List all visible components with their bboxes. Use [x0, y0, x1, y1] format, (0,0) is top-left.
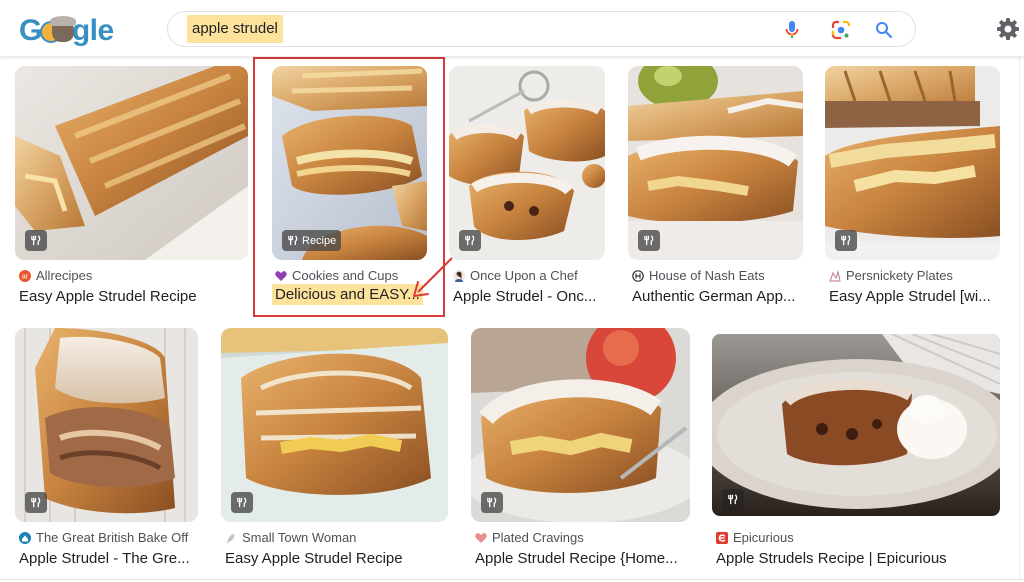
- recipe-badge: [25, 230, 47, 251]
- svg-text:ar: ar: [22, 273, 29, 280]
- recipe-badge: [481, 492, 503, 513]
- logo-letters-rest: gle: [71, 14, 114, 47]
- search-icon[interactable]: [873, 19, 895, 41]
- result-thumbnail[interactable]: [221, 328, 448, 522]
- search-query-text: apple strudel: [187, 15, 283, 43]
- fork-knife-icon: [487, 497, 497, 508]
- result-title[interactable]: Apple Strudel Recipe {Home...: [475, 550, 678, 567]
- result-title[interactable]: Easy Apple Strudel [wi...: [829, 288, 991, 305]
- result-title[interactable]: Apple Strudels Recipe | Epicurious: [716, 550, 947, 567]
- annotation-arrow-icon: [413, 257, 453, 297]
- fork-knife-icon: [288, 235, 298, 246]
- logo-letter-g: G: [19, 14, 42, 47]
- result-thumbnail[interactable]: Recipe: [272, 66, 427, 260]
- result-source: Cookies and Cups: [292, 268, 399, 283]
- persnickety-icon: [829, 269, 841, 282]
- fork-knife-icon: [841, 235, 851, 246]
- fork-knife-icon: [465, 235, 475, 246]
- recipe-badge: Recipe: [282, 230, 342, 251]
- search-input[interactable]: apple strudel: [167, 11, 916, 47]
- scroll-edge: [1019, 56, 1020, 580]
- google-lens-icon[interactable]: [830, 19, 852, 41]
- highlighted-title: Delicious and EASY...: [272, 284, 423, 305]
- result-thumbnail[interactable]: [628, 66, 803, 260]
- recipe-badge: [835, 230, 857, 251]
- result-source: Once Upon a Chef: [470, 268, 578, 283]
- fork-knife-icon: [31, 235, 41, 246]
- bottom-divider: [0, 579, 1024, 580]
- recipe-badge-label: Recipe: [302, 234, 337, 247]
- house-of-nash-icon: [632, 269, 644, 282]
- result-thumbnail[interactable]: [449, 66, 605, 260]
- result-thumbnail[interactable]: [15, 328, 198, 522]
- result-title[interactable]: Apple Strudel - Onc...: [453, 288, 596, 305]
- fork-knife-icon: [644, 235, 654, 246]
- recipe-badge: [722, 489, 744, 510]
- result-thumbnail[interactable]: [825, 66, 1000, 260]
- header: G gle apple strudel: [0, 0, 1024, 56]
- doodle-icon: [39, 16, 76, 45]
- result-thumbnail[interactable]: [15, 66, 248, 260]
- result-title[interactable]: Apple Strudel - The Gre...: [19, 550, 190, 567]
- small-town-woman-icon: [226, 533, 235, 543]
- epicurious-icon: [716, 531, 728, 544]
- recipe-badge: [25, 492, 47, 513]
- gbbo-icon: [19, 531, 31, 544]
- settings-gear-icon[interactable]: [994, 15, 1022, 43]
- result-source: Epicurious: [733, 530, 794, 545]
- fork-knife-icon: [728, 494, 738, 505]
- result-source: House of Nash Eats: [649, 268, 765, 283]
- result-source: The Great British Bake Off: [36, 530, 189, 545]
- result-thumbnail[interactable]: [712, 334, 1000, 516]
- fork-knife-icon: [237, 497, 247, 508]
- result-title[interactable]: Delicious and EASY...: [272, 284, 423, 305]
- result-source: Persnickety Plates: [846, 268, 953, 283]
- microphone-icon[interactable]: [781, 19, 803, 41]
- result-title[interactable]: Authentic German App...: [632, 288, 795, 305]
- recipe-badge: [459, 230, 481, 251]
- result-title[interactable]: Easy Apple Strudel Recipe: [225, 550, 403, 567]
- pink-heart-icon: [475, 532, 487, 543]
- result-thumbnail[interactable]: [471, 328, 690, 522]
- result-title[interactable]: Easy Apple Strudel Recipe: [19, 288, 197, 305]
- fork-knife-icon: [31, 497, 41, 508]
- result-source: Plated Cravings: [492, 530, 584, 545]
- purple-heart-icon: [275, 270, 287, 281]
- allrecipes-icon: ar: [19, 269, 31, 282]
- recipe-badge: [638, 230, 660, 251]
- google-doodle-logo[interactable]: G gle: [19, 14, 114, 48]
- result-source: Allrecipes: [36, 268, 93, 283]
- result-source: Small Town Woman: [242, 530, 357, 545]
- recipe-badge: [231, 492, 253, 513]
